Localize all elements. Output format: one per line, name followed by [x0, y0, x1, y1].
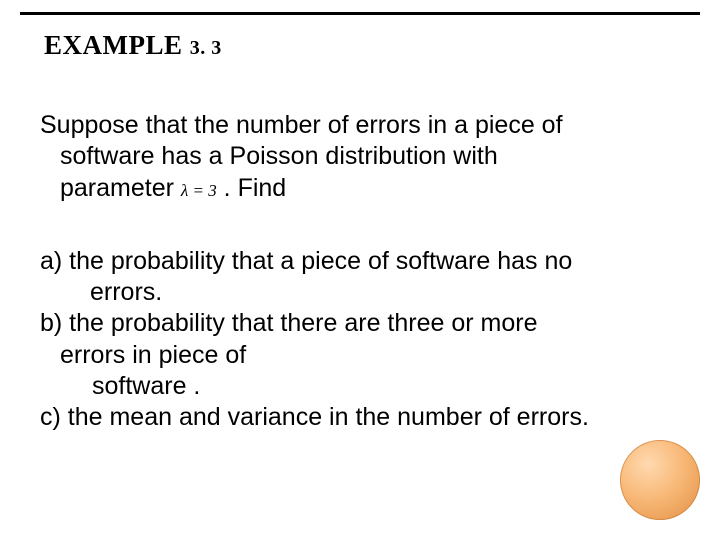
top-border: [20, 12, 700, 15]
item-a-line2: errors.: [40, 277, 680, 308]
title-number: 3. 3: [190, 37, 222, 59]
slide-title: EXAMPLE 3. 3: [44, 30, 222, 61]
intro-paragraph: Suppose that the number of errors in a p…: [40, 110, 680, 204]
slide-content: Suppose that the number of errors in a p…: [40, 110, 680, 433]
intro-line-2: software has a Poisson distribution with: [40, 141, 680, 172]
item-a-line1: a) the probability that a piece of softw…: [40, 246, 680, 277]
intro-line-3b: . Find: [217, 174, 286, 202]
intro-line-3: parameter λ = 3 . Find: [40, 173, 680, 204]
intro-line-3a: parameter: [60, 174, 181, 202]
decorative-circle-icon: [620, 440, 700, 520]
item-b-line1: b) the probability that there are three …: [40, 308, 680, 339]
item-b-line2: errors in piece of: [40, 340, 680, 371]
item-c-line1: c) the mean and variance in the number o…: [40, 402, 680, 433]
question-list: a) the probability that a piece of softw…: [40, 246, 680, 434]
lambda-formula: λ = 3: [181, 181, 217, 200]
item-b-line3: software .: [40, 371, 680, 402]
intro-line-1: Suppose that the number of errors in a p…: [40, 110, 680, 141]
title-word: EXAMPLE: [44, 30, 190, 60]
